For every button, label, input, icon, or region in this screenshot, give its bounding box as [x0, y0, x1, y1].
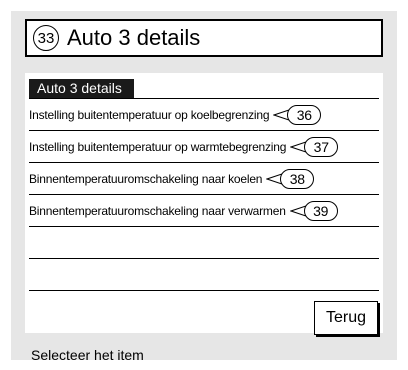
reference-number: 39 — [303, 200, 338, 221]
menu-item-label: Instelling buitentemperatuur op koelbegr… — [29, 107, 270, 122]
menu-item-cooling-limit[interactable]: Instelling buitentemperatuur op koelbegr… — [29, 99, 379, 131]
menu-item-empty[interactable] — [29, 227, 379, 259]
page-title-text: Auto 3 details — [67, 25, 201, 50]
reference-callout: 38 — [266, 168, 315, 189]
menu-item-empty[interactable] — [29, 259, 379, 291]
section-tab: Auto 3 details — [29, 79, 134, 98]
reference-number: 38 — [280, 168, 315, 189]
reference-number: 37 — [304, 136, 339, 157]
page-title: 33 Auto 3 details — [25, 19, 383, 57]
reference-callout: 39 — [289, 200, 338, 221]
reference-number: 36 — [287, 104, 322, 125]
menu-item-label: Binnentemperatuuromschakeling naar verwa… — [29, 203, 286, 218]
reference-callout: 36 — [273, 104, 322, 125]
menu-item-label: Binnentemperatuuromschakeling naar koele… — [29, 171, 263, 186]
reference-callout: 37 — [290, 136, 339, 157]
menu-item-switch-to-heating[interactable]: Binnentemperatuuromschakeling naar verwa… — [29, 195, 379, 227]
status-text: Selecteer het item — [31, 347, 144, 363]
menu-item-switch-to-cooling[interactable]: Binnentemperatuuromschakeling naar koele… — [29, 163, 379, 195]
screen-panel: 33 Auto 3 details Auto 3 details Instell… — [11, 11, 397, 363]
back-button[interactable]: Terug — [314, 301, 378, 335]
screen-number-badge: 33 — [33, 25, 59, 51]
menu-item-heating-limit[interactable]: Instelling buitentemperatuur op warmtebe… — [29, 131, 379, 163]
menu-item-label: Instelling buitentemperatuur op warmtebe… — [29, 139, 287, 154]
menu-area: Auto 3 details Instelling buitentemperat… — [25, 73, 383, 335]
